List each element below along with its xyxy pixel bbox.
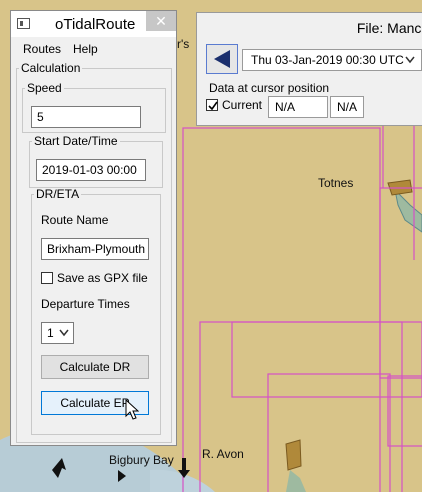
time-select-value: Thu 03-Jan-2019 00:30 UTC (251, 53, 404, 67)
menu-bar: Routes Help (11, 39, 176, 59)
save-gpx-label: Save as GPX file (57, 271, 148, 285)
chevron-down-icon (59, 329, 69, 337)
current-value-field-2: N/A (330, 96, 364, 118)
dr-eta-group-label: DR/ETA (36, 187, 80, 201)
menu-routes[interactable]: Routes (23, 42, 61, 56)
tide-info-panel: File: Manche Thu 03-Jan-2019 00:30 UTC D… (196, 12, 422, 126)
departure-times-label: Departure Times (41, 297, 130, 311)
speed-input[interactable]: 5 (31, 106, 141, 128)
title-bar[interactable]: oTidalRoute ✕ (11, 11, 176, 37)
info-panel-title: File: Manche (356, 20, 422, 36)
calculate-dr-button[interactable]: Calculate DR (41, 355, 149, 379)
close-button[interactable]: ✕ (146, 11, 176, 31)
checkmark-icon (208, 101, 218, 111)
chevron-down-icon (405, 56, 415, 64)
map-label-r-avon: R. Avon (202, 447, 244, 461)
map-label-totnes: Totnes (318, 176, 354, 190)
otidalroute-window: oTidalRoute ✕ Routes Help Calculation Sp… (10, 10, 177, 446)
map-label-bigbury-bay: Bigbury Bay (109, 453, 174, 467)
current-checkbox[interactable] (206, 99, 218, 111)
triangle-left-icon (214, 50, 230, 68)
departure-times-select[interactable]: 1 (41, 322, 74, 344)
previous-time-button[interactable] (206, 44, 238, 74)
current-label: Current (222, 98, 263, 112)
close-icon: ✕ (155, 13, 167, 29)
time-select[interactable]: Thu 03-Jan-2019 00:30 UTC (242, 49, 422, 71)
menu-help[interactable]: Help (73, 42, 98, 56)
map-label-partial: r's (177, 37, 190, 51)
calculation-group-label: Calculation (21, 61, 81, 75)
save-gpx-checkbox[interactable] (41, 272, 53, 284)
tide-marker-2 (285, 439, 302, 471)
app-window-icon (17, 18, 30, 29)
current-value-field: N/A (268, 96, 328, 118)
window-title: oTidalRoute (55, 16, 136, 33)
start-datetime-group-label: Start Date/Time (34, 134, 118, 148)
mouse-cursor-icon (125, 399, 139, 420)
departure-times-value: 1 (47, 326, 54, 340)
cursor-data-label: Data at cursor position (209, 81, 330, 95)
speed-group-label: Speed (27, 81, 62, 95)
route-name-input[interactable]: Brixham-Plymouth (41, 238, 149, 260)
start-datetime-input[interactable]: 2019-01-03 00:00 (36, 159, 146, 181)
route-name-label: Route Name (41, 213, 109, 227)
